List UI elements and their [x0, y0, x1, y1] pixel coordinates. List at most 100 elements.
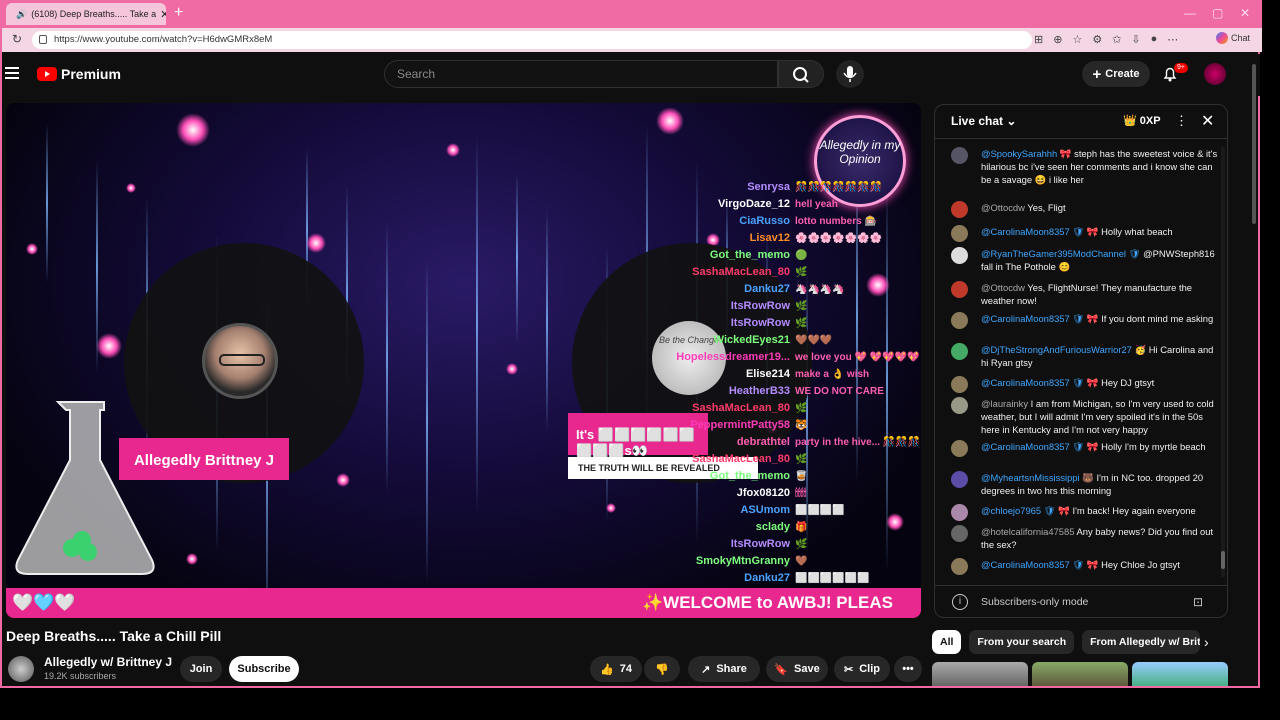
chat-author-name[interactable]: @SpookySarahhh 🎀: [981, 148, 1072, 159]
chat-message[interactable]: @SpookySarahhh 🎀 steph has the sweetest …: [951, 147, 1221, 186]
minimize-icon[interactable]: —: [1184, 6, 1196, 20]
voice-search-button[interactable]: [836, 60, 864, 88]
chat-author-avatar[interactable]: [951, 376, 968, 393]
chat-author-avatar[interactable]: [951, 312, 968, 329]
chat-message[interactable]: @CarolinaMoon8357 🛡 🎀 Holly what beach: [951, 225, 1221, 242]
overlay-chat-username: ItsRowRow: [730, 300, 790, 312]
chat-author-avatar[interactable]: [951, 343, 968, 360]
extension-icon[interactable]: ⚙: [1092, 33, 1102, 46]
money-icon[interactable]: ⊡: [1193, 595, 1203, 609]
chat-message[interactable]: @Ottocdw Yes, Fligt: [951, 201, 1221, 218]
page-scroll-thumb[interactable]: [1252, 64, 1256, 224]
chat-author-name[interactable]: @CarolinaMoon8357 🛡 🎀: [981, 377, 1099, 388]
chat-author-name[interactable]: @chloejo7965 🛡 🎀: [981, 505, 1070, 516]
chat-author-name[interactable]: @DjTheStrongAndFuriousWarrior27 🥳: [981, 344, 1146, 355]
dislike-button[interactable]: 👎: [644, 656, 680, 682]
chat-title-dropdown[interactable]: Live chat ⌄: [951, 114, 1016, 128]
chat-author-avatar[interactable]: [951, 558, 968, 575]
more-actions-button[interactable]: •••: [894, 656, 922, 682]
video-player[interactable]: Allegedly Brittney J Allegedly in my Opi…: [6, 103, 921, 618]
chat-message[interactable]: @laurainky I am from Michigan, so I'm ve…: [951, 397, 1221, 436]
zoom-icon[interactable]: ⊕: [1053, 33, 1062, 46]
chat-author-name[interactable]: @CarolinaMoon8357 🛡 🎀: [981, 226, 1099, 237]
chat-message[interactable]: @CarolinaMoon8357 🛡 🎀 Holly I'm by myrtl…: [951, 440, 1221, 457]
chat-message[interactable]: @DjTheStrongAndFuriousWarrior27 🥳 Hi Car…: [951, 343, 1221, 369]
filter-chip[interactable]: From Allegedly w/ Britt: [1082, 630, 1201, 654]
download-icon[interactable]: ⇩: [1131, 33, 1140, 46]
hamburger-menu-icon[interactable]: [5, 67, 19, 82]
filter-chip[interactable]: All: [932, 630, 962, 654]
chat-author-name[interactable]: @CarolinaMoon8357 🛡 🎀: [981, 313, 1099, 324]
reload-icon[interactable]: ↻: [12, 32, 22, 46]
browser-tab[interactable]: 🔊 (6108) Deep Breaths..... Take a ✕: [6, 3, 166, 25]
chat-scrollbar[interactable]: [1221, 147, 1225, 577]
chat-message[interactable]: @RyanTheGamer395ModChannel 🛡 @PNWSteph81…: [951, 247, 1221, 273]
filter-chip[interactable]: From your search: [969, 630, 1075, 654]
chat-message[interactable]: @Ottocdw Yes, FlightNurse! They manufact…: [951, 281, 1221, 307]
chat-message[interactable]: @CarolinaMoon8357 🛡 🎀 Hey DJ gtsyt: [951, 376, 1221, 393]
speaker-icon[interactable]: 🔊: [16, 9, 27, 20]
favorite-star-icon[interactable]: ☆: [1072, 33, 1082, 46]
chat-author-name[interactable]: @RyanTheGamer395ModChannel 🛡: [981, 248, 1141, 259]
like-button[interactable]: 👍 74: [590, 656, 642, 682]
xp-badge[interactable]: 👑 0XP: [1123, 114, 1161, 127]
channel-name[interactable]: Allegedly w/ Brittney J: [44, 655, 172, 669]
more-icon[interactable]: ⋯: [1167, 33, 1178, 46]
chat-message[interactable]: @MyheartsnMississippi 🐻 I'm in NC too. d…: [951, 471, 1221, 497]
save-button[interactable]: 🔖 Save: [766, 656, 828, 682]
apps-icon[interactable]: ⊞: [1034, 33, 1043, 46]
chat-author-avatar[interactable]: [951, 440, 968, 457]
join-button[interactable]: Join: [180, 656, 222, 682]
chat-author-name[interactable]: @Ottocdw: [981, 282, 1025, 293]
chat-author-avatar[interactable]: [951, 504, 968, 521]
chat-author-name[interactable]: @CarolinaMoon8357 🛡 🎀: [981, 441, 1099, 452]
channel-avatar[interactable]: [8, 656, 34, 682]
overlay-chat-message: 🌿: [795, 267, 808, 278]
account-avatar[interactable]: [1204, 63, 1226, 85]
chat-message[interactable]: @CarolinaMoon8357 🛡 🎀 If you dont mind m…: [951, 312, 1221, 329]
copilot-chat-button[interactable]: Chat: [1216, 32, 1250, 44]
chat-author-avatar[interactable]: [951, 247, 968, 264]
overlay-chat-username: ASUmom: [740, 504, 790, 516]
related-thumbnail[interactable]: [1032, 662, 1128, 686]
clip-button[interactable]: ✂ Clip: [834, 656, 890, 682]
search-button[interactable]: [778, 60, 824, 88]
chat-scroll-thumb[interactable]: [1221, 551, 1225, 569]
create-button[interactable]: + Create: [1082, 61, 1150, 87]
chat-author-avatar[interactable]: [951, 147, 968, 164]
chips-next-icon[interactable]: ›: [1204, 634, 1209, 650]
chat-more-icon[interactable]: ⋮: [1175, 113, 1188, 129]
tab-close-icon[interactable]: ✕: [160, 8, 166, 21]
close-window-icon[interactable]: ✕: [1240, 6, 1250, 20]
chat-author-avatar[interactable]: [951, 281, 968, 298]
chat-author-name[interactable]: @Ottocdw: [981, 202, 1025, 213]
chat-message[interactable]: @hotelcalifornia47585 Any baby news? Did…: [951, 525, 1221, 551]
chat-author-avatar[interactable]: [951, 397, 968, 414]
favorites-icon[interactable]: ✩: [1112, 33, 1121, 46]
search-input[interactable]: Search: [384, 60, 778, 88]
youtube-logo[interactable]: Premium: [37, 66, 121, 82]
related-thumbnail[interactable]: [932, 662, 1028, 686]
maximize-icon[interactable]: ▢: [1212, 6, 1223, 20]
profile-icon[interactable]: ●: [1151, 33, 1158, 46]
overlay-chat-message: 🎁: [795, 522, 808, 533]
subscribe-button[interactable]: Subscribe: [229, 656, 299, 682]
chat-author-avatar[interactable]: [951, 471, 968, 488]
chat-author-avatar[interactable]: [951, 201, 968, 218]
chat-message[interactable]: @CarolinaMoon8357 🛡 🎀 Hey Chloe Jo gtsyt: [951, 558, 1221, 575]
chat-author-avatar[interactable]: [951, 525, 968, 542]
chat-author-name[interactable]: @hotelcalifornia47585: [981, 526, 1074, 537]
chat-author-avatar[interactable]: [951, 225, 968, 242]
overlay-chat-username: sclady: [755, 521, 790, 533]
share-button[interactable]: ↗ Share: [688, 656, 760, 682]
new-tab-button[interactable]: +: [174, 4, 183, 22]
related-thumbnail[interactable]: [1132, 662, 1228, 686]
chat-author-name[interactable]: @CarolinaMoon8357 🛡 🎀: [981, 559, 1099, 570]
chat-close-icon[interactable]: ✕: [1201, 111, 1214, 131]
url-field[interactable]: https://www.youtube.com/watch?v=H6dwGMRx…: [32, 31, 1032, 49]
chat-message[interactable]: @chloejo7965 🛡 🎀 I'm back! Hey again eve…: [951, 504, 1221, 521]
overlay-chat-message: 🤎🤎🤎: [795, 335, 833, 346]
chat-author-name[interactable]: @MyheartsnMississippi 🐻: [981, 472, 1094, 483]
chat-author-name[interactable]: @laurainky: [981, 398, 1028, 409]
page-scrollbar[interactable]: [1251, 58, 1257, 686]
